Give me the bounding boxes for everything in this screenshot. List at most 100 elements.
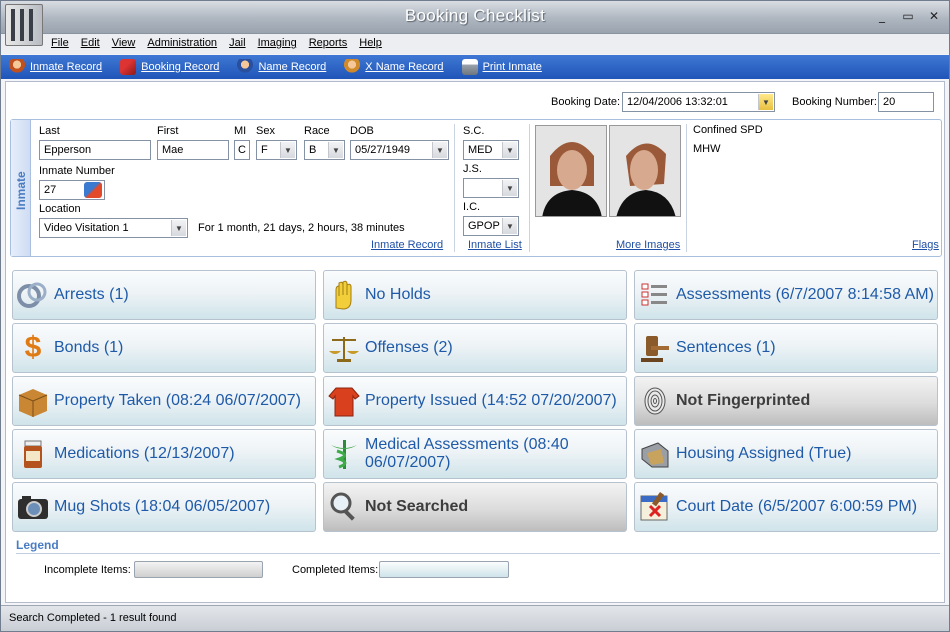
flags-link[interactable]: Flags: [912, 239, 939, 251]
chevron-down-icon[interactable]: ▼: [758, 94, 773, 110]
ic-label: I.C.: [463, 201, 481, 213]
incomplete-items-swatch: [134, 561, 263, 578]
menu-view[interactable]: View: [106, 35, 142, 53]
menu-jail[interactable]: Jail: [223, 35, 252, 53]
jumpsuit-icon: [327, 384, 361, 418]
race-select[interactable]: B ▼: [304, 140, 345, 160]
booking-date-field[interactable]: 12/04/2006 13:32:01 ▼: [622, 92, 775, 112]
sc-select[interactable]: MED ▼: [463, 140, 519, 160]
location-label: Location: [39, 203, 81, 215]
menu-administration[interactable]: Administration: [141, 35, 223, 53]
window-title: Booking Checklist: [404, 6, 546, 25]
fingerprint-icon: [638, 384, 672, 418]
caduceus-icon: [327, 437, 361, 471]
first-name-label: First: [157, 125, 179, 137]
mug-shots-tile[interactable]: Mug Shots (18:04 06/05/2007): [12, 482, 316, 532]
chevron-down-icon[interactable]: ▼: [280, 142, 295, 158]
location-value: Video Visitation 1: [44, 222, 129, 234]
booking-number-field[interactable]: 20: [878, 92, 934, 112]
inmate-number-value: 27: [44, 184, 57, 196]
inmate-number-label: Inmate Number: [39, 165, 115, 177]
chevron-down-icon[interactable]: ▼: [502, 218, 517, 234]
divider: [529, 124, 530, 252]
inmate-tab-label: Inmate: [14, 171, 28, 210]
mugshot-profile-photo[interactable]: [609, 125, 681, 217]
housing-tile[interactable]: Housing Assigned (True): [634, 429, 938, 479]
flag-code-text: MHW: [693, 143, 721, 155]
booking-date-value: 12/04/2006 13:32:01: [627, 96, 728, 108]
person-x-icon: [344, 59, 361, 75]
chevron-down-icon[interactable]: ▼: [171, 220, 186, 236]
fingerprint-tile[interactable]: Not Fingerprinted: [634, 376, 938, 426]
sex-label: Sex: [256, 125, 275, 137]
housing-tile-label: Housing Assigned (True): [676, 445, 852, 462]
chevron-down-icon[interactable]: ▼: [502, 142, 517, 158]
property-issued-tile-label: Property Issued (14:52 07/20/2007): [365, 392, 617, 409]
sex-select[interactable]: F ▼: [256, 140, 297, 160]
ic-value: GPOP: [468, 220, 500, 232]
first-name-field[interactable]: Mae: [157, 140, 229, 160]
booking-record-button[interactable]: Booking Record: [120, 59, 219, 75]
mug-shots-tile-label: Mug Shots (18:04 06/05/2007): [54, 498, 271, 515]
last-name-field[interactable]: Epperson: [39, 140, 151, 160]
chevron-down-icon[interactable]: ▼: [432, 142, 447, 158]
race-value: B: [309, 144, 317, 156]
offenses-tile-label: Offenses (2): [365, 339, 453, 356]
handcuffs-icon: [16, 278, 50, 312]
medical-assessments-tile[interactable]: Medical Assessments (08:40 06/07/2007): [323, 429, 627, 479]
inmate-number-field[interactable]: 27: [39, 180, 105, 200]
print-inmate-button[interactable]: Print Inmate: [461, 59, 542, 75]
ic-select[interactable]: GPOP ▼: [463, 216, 519, 236]
medications-tile-label: Medications (12/13/2007): [54, 445, 235, 462]
inmate-record-link[interactable]: Inmate Record: [371, 239, 443, 251]
menu-help[interactable]: Help: [353, 35, 388, 53]
menu-reports[interactable]: Reports: [303, 35, 354, 53]
js-label: J.S.: [463, 163, 482, 175]
inmate-panel: Inmate Last Epperson First Mae MI C Sex …: [10, 119, 942, 257]
maximize-button[interactable]: ▭: [901, 10, 915, 22]
court-date-tile[interactable]: Court Date (6/5/2007 6:00:59 PM): [634, 482, 938, 532]
location-select[interactable]: Video Visitation 1 ▼: [39, 218, 188, 238]
chevron-down-icon[interactable]: ▼: [502, 180, 517, 196]
inmate-list-link[interactable]: Inmate List: [468, 239, 522, 251]
medications-tile[interactable]: Medications (12/13/2007): [12, 429, 316, 479]
inmate-record-button[interactable]: Inmate Record: [9, 59, 102, 75]
offenses-tile[interactable]: Offenses (2): [323, 323, 627, 373]
jail-bars-icon: [5, 4, 43, 46]
mi-field[interactable]: C: [234, 140, 250, 160]
checklist-icon: [638, 278, 672, 312]
property-taken-tile[interactable]: Property Taken (08:24 06/07/2007): [12, 376, 316, 426]
bonds-tile[interactable]: $ Bonds (1): [12, 323, 316, 373]
menu-imaging[interactable]: Imaging: [252, 35, 303, 53]
name-record-button[interactable]: Name Record: [237, 59, 326, 75]
search-tile[interactable]: Not Searched: [323, 482, 627, 532]
minimize-button[interactable]: _: [875, 10, 889, 22]
more-images-link[interactable]: More Images: [616, 239, 680, 251]
sentences-tile[interactable]: Sentences (1): [634, 323, 938, 373]
refresh-icon[interactable]: [84, 182, 102, 198]
chevron-down-icon[interactable]: ▼: [328, 142, 343, 158]
x-name-record-button[interactable]: X Name Record: [344, 59, 444, 75]
sc-value: MED: [468, 144, 493, 156]
js-select[interactable]: ▼: [463, 178, 519, 198]
assessments-tile[interactable]: Assessments (6/7/2007 8:14:58 AM): [634, 270, 938, 320]
menu-edit[interactable]: Edit: [75, 35, 106, 53]
menu-file[interactable]: File: [45, 35, 75, 53]
holds-tile[interactable]: No Holds: [323, 270, 627, 320]
dob-label: DOB: [350, 125, 374, 137]
magnifier-icon: [327, 490, 361, 524]
booking-number-label: Booking Number:: [792, 96, 877, 108]
dob-field[interactable]: 05/27/1949 ▼: [350, 140, 449, 160]
property-issued-tile[interactable]: Property Issued (14:52 07/20/2007): [323, 376, 627, 426]
legend-divider: [16, 553, 940, 554]
inmate-tab[interactable]: Inmate: [11, 120, 31, 256]
arrests-tile[interactable]: Arrests (1): [12, 270, 316, 320]
court-date-tile-label: Court Date (6/5/2007 6:00:59 PM): [676, 498, 918, 515]
assessments-tile-label: Assessments (6/7/2007 8:14:58 AM): [676, 286, 934, 303]
close-button[interactable]: ✕: [927, 10, 941, 22]
main-content: Booking Date: 12/04/2006 13:32:01 ▼ Book…: [5, 81, 945, 603]
status-text: Search Completed - 1 result found: [9, 612, 177, 624]
mugshot-front-photo[interactable]: [535, 125, 607, 217]
dollar-icon: $: [24, 331, 42, 364]
last-name-label: Last: [39, 125, 60, 137]
